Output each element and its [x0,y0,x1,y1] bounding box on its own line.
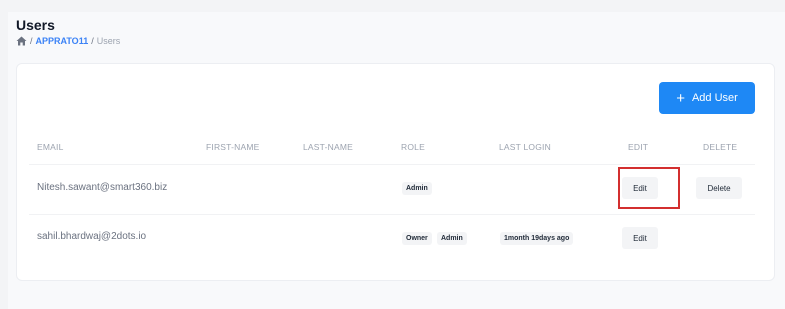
role-badge-admin: Admin [402,182,432,195]
home-icon[interactable] [16,36,27,46]
role-badge-owner: Owner [402,232,432,245]
header-first-name: FIRST-NAME [206,142,260,152]
table-row-email: Nitesh.sawant@smart360.biz [37,182,168,193]
breadcrumb: / APPRATO11 / Users [16,36,120,46]
role-badge-admin: Admin [437,232,467,245]
last-login-badge: 1month 19days ago [500,232,574,245]
users-card: + Add User EMAIL FIRST-NAME LAST-NAME RO… [16,63,775,281]
header-last-login: LAST LOGIN [499,142,551,152]
header-email: EMAIL [37,142,64,152]
edit-highlight-box [618,167,680,209]
users-page: Users / APPRATO11 / Users + Add User EMA… [8,12,785,309]
plus-icon: + [676,89,685,107]
page-title: Users [16,17,55,33]
breadcrumb-separator: / [91,36,94,46]
top-bar [0,0,785,12]
breadcrumb-separator: / [30,36,33,46]
add-user-label: Add User [691,92,738,104]
header-delete: DELETE [703,142,738,152]
breadcrumb-project-link[interactable]: APPRATO11 [36,36,89,46]
add-user-button[interactable]: + Add User [659,82,755,114]
edit-button[interactable]: Edit [622,227,658,249]
header-role: ROLE [401,142,425,152]
header-last-name: LAST-NAME [303,142,353,152]
table-row-email: sahil.bhardwaj@2dots.io [37,231,147,242]
header-edit: EDIT [628,142,649,152]
breadcrumb-current: Users [96,36,121,46]
row-divider [29,164,755,165]
delete-button[interactable]: Delete [696,177,742,199]
row-divider [29,214,755,215]
